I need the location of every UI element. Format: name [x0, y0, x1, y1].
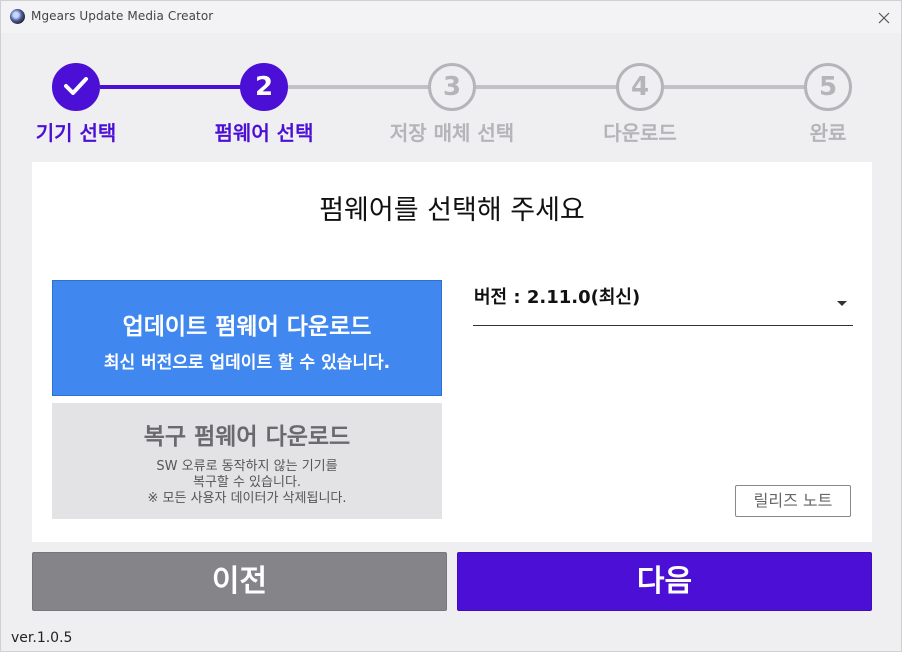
- recovery-warning: ※ 모든 사용자 데이터가 삭제됩니다.: [147, 491, 347, 506]
- step-5-circle: 5: [804, 63, 852, 111]
- step-1-label: 기기 선택: [35, 121, 117, 145]
- step-5-label: 완료: [809, 121, 847, 145]
- title-bar: Mgears Update Media Creator: [1, 1, 901, 33]
- step-2-circle: 2: [240, 63, 288, 111]
- previous-button[interactable]: 이전: [32, 552, 447, 611]
- close-button[interactable]: [871, 4, 897, 30]
- recovery-desc-line1: SW 오류로 동작하지 않는 기기를: [156, 459, 338, 474]
- app-logo-icon: [10, 9, 25, 24]
- close-icon: [878, 12, 890, 23]
- app-window: Mgears Update Media Creator 2 3 4 5 기기 선…: [0, 0, 902, 652]
- next-button[interactable]: 다음: [457, 552, 872, 611]
- version-dropdown[interactable]: 버전 : 2.11.0(최신): [473, 277, 853, 326]
- dropdown-arrow-icon: [837, 301, 847, 306]
- release-notes-button[interactable]: 릴리즈 노트: [735, 485, 851, 517]
- step-connector: [664, 85, 806, 89]
- firmware-panel: 펌웨어를 선택해 주세요 업데이트 펌웨어 다운로드 최신 버전으로 업데이트 …: [32, 162, 872, 542]
- page-title: 펌웨어를 선택해 주세요: [319, 195, 585, 226]
- recovery-option-title: 복구 펌웨어 다운로드: [143, 424, 351, 450]
- update-option-subtitle: 최신 버전으로 업데이트 할 수 있습니다.: [103, 353, 391, 373]
- progress-stepper: 2 3 4 5 기기 선택 펌웨어 선택 저장 매체 선택 다운로드 완료: [1, 41, 901, 151]
- step-3-circle: 3: [428, 63, 476, 111]
- update-firmware-option[interactable]: 업데이트 펌웨어 다운로드 최신 버전으로 업데이트 할 수 있습니다.: [52, 280, 442, 396]
- step-connector: [476, 85, 618, 89]
- step-connector: [288, 85, 430, 89]
- recovery-firmware-option[interactable]: 복구 펌웨어 다운로드 SW 오류로 동작하지 않는 기기를 복구할 수 있습니…: [52, 403, 442, 519]
- step-4-circle: 4: [616, 63, 664, 111]
- step-2-label: 펌웨어 선택: [214, 121, 314, 145]
- step-4-label: 다운로드: [603, 121, 677, 145]
- update-option-title: 업데이트 펌웨어 다운로드: [122, 314, 372, 340]
- step-1-check-icon: [52, 63, 100, 111]
- app-version: ver.1.0.5: [11, 630, 73, 646]
- recovery-desc-line2: 복구할 수 있습니다.: [192, 475, 302, 490]
- window-title: Mgears Update Media Creator: [31, 9, 214, 23]
- step-connector: [100, 85, 242, 89]
- version-selected-value: 버전 : 2.11.0(최신): [474, 287, 641, 308]
- step-3-label: 저장 매체 선택: [389, 121, 515, 145]
